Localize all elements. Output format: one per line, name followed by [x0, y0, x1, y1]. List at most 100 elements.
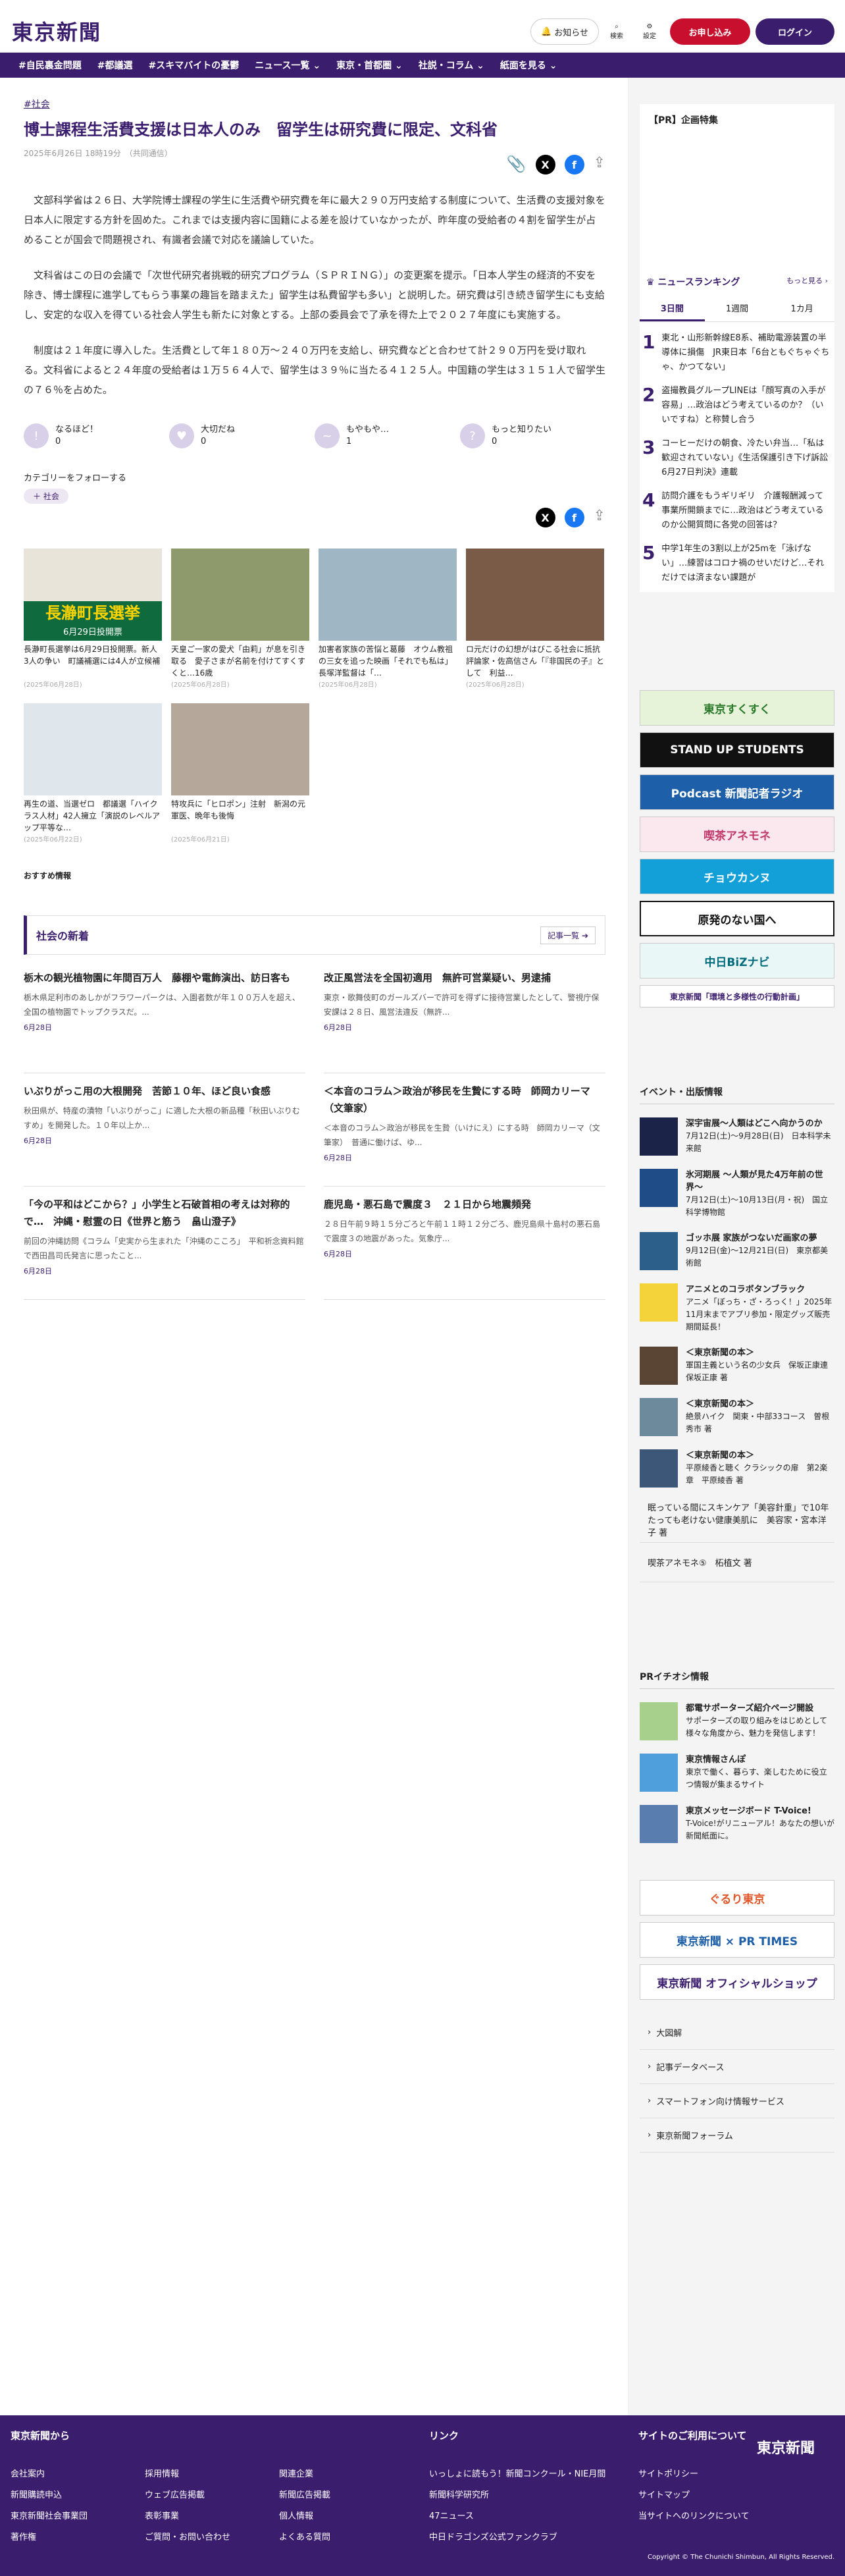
ranking-item[interactable]: 2 盗撮教員グループLINEは「顔写真の入手が容易」…政治はどう考えているのか？（…: [642, 384, 832, 427]
side-link[interactable]: › 記事データベース: [640, 2050, 834, 2084]
footer-link[interactable]: 東京新聞社会事業団: [11, 2509, 88, 2521]
news-item[interactable]: 鹿児島・悪石島で震度３ ２１日から地震頻発 ２８日午前９時１５分ごろと午前１１時１…: [324, 1196, 605, 1300]
more-link[interactable]: 記事一覧 ➔: [540, 926, 596, 944]
related-card[interactable]: 長瀞町長選挙 6月29日投開票 長瀞町長選挙は6月29日投開票。新人3人の争い 町議…: [24, 549, 162, 689]
reaction-button[interactable]: ? もっと知りたい 0: [460, 423, 605, 448]
side-link[interactable]: › 大図解: [640, 2016, 834, 2050]
news-list: 栃木の観光植物園に年間百万人 藤棚や電飾演出、訪日客も 栃木県足利市のあしかがフラ…: [24, 969, 605, 1309]
ranking-item[interactable]: 1 東北・山形新幹線E8系、補助電源装置の半導体に損傷 JR東日本「6台ともぐちゃ…: [642, 331, 832, 375]
event-item[interactable]: ＜東京新聞の本＞ 絶景ハイク 関東・中部33コース 曽根秀市 著: [640, 1398, 834, 1436]
footer-link[interactable]: サイトポリシー: [638, 2467, 698, 2479]
event-item[interactable]: ＜東京新聞の本＞ 平原綾香と聴く クラシックの扉 第2楽章 平原綾香 著: [640, 1449, 834, 1488]
search-button[interactable]: ⌕ 検索: [603, 18, 630, 45]
banner[interactable]: 東京新聞「環境と多様性の行動計画」: [640, 985, 834, 1007]
nav-item[interactable]: 社説・コラム ⌄: [419, 59, 484, 72]
footer-link[interactable]: 関連企業: [279, 2467, 313, 2479]
footer-link[interactable]: 中日ドラゴンズ公式ファンクラブ: [429, 2530, 557, 2542]
ranking-item[interactable]: 4 訪問介護をもうギリギリ 介護報酬減って事業所開鎖までに…政治はどう考えているの…: [642, 489, 832, 533]
news-item[interactable]: 「今の平和はどこから？」小学生と石破首相の考えは対称的で… 沖縄・慰霊の日《世界…: [24, 1196, 305, 1300]
tab-1month[interactable]: 1カ月: [769, 296, 834, 321]
related-card[interactable]: 再生の道、当選ゼロ 都議選「ハイクラス人材」42人擁立「演説のレベルアップ平等な…: [24, 703, 162, 844]
event-item[interactable]: ゴッホ展 家族がつないだ画家の夢 9月12日(金)〜12月21日(日) 東京都美術…: [640, 1232, 834, 1270]
reaction-button[interactable]: ! なるほど！ 0: [24, 423, 169, 448]
pr-item[interactable]: 東京情報さんぽ 東京で働く、暮らす、楽しむために役立つ情報が集まるサイト: [640, 1754, 834, 1792]
notify-button[interactable]: 🔔 お知らせ: [530, 18, 599, 45]
footer-link[interactable]: サイトマップ: [638, 2488, 690, 2500]
ranking-more-link[interactable]: もっと見る ›: [786, 275, 828, 288]
footer-link[interactable]: 個人情報: [279, 2509, 313, 2521]
category-tag[interactable]: #社会: [24, 97, 605, 111]
reaction-button[interactable]: ~ もやもや… 1: [315, 423, 460, 448]
banner[interactable]: STAND UP STUDENTS: [640, 732, 834, 768]
related-card[interactable]: ロ元だけの幻想がはびこる社会に抵抗 評論家・佐高信さん「『非国民の子』として 利…: [466, 549, 604, 689]
clip-icon[interactable]: 📎: [507, 155, 526, 174]
footer-link[interactable]: よくある質問: [279, 2530, 330, 2542]
facebook-share-icon[interactable]: f: [564, 155, 584, 174]
side-link[interactable]: › スマートフォン向け情報サービス: [640, 2084, 834, 2118]
book-link[interactable]: 喫茶アネモネ⑤ 柘植文 著: [640, 1543, 834, 1582]
related-card[interactable]: 天皇ご一家の愛犬「由莉」が息を引き取る 愛子さまが名前を付けてすくすくと…16歳…: [171, 549, 309, 689]
footer-link[interactable]: ウェブ広告掲載: [145, 2488, 205, 2500]
footer-link[interactable]: ご質問・お問い合わせ: [145, 2530, 230, 2542]
nav-item[interactable]: #都議選: [97, 59, 133, 72]
news-item[interactable]: いぶりがっこ用の大根開発 苦節１０年、ほど良い食感 秋田県が、特産の漬物「いぶりが…: [24, 1083, 305, 1187]
news-item[interactable]: 栃木の観光植物園に年間百万人 藤棚や電飾演出、訪日客も 栃木県足利市のあしかがフラ…: [24, 969, 305, 1073]
nav-item[interactable]: #スキマバイトの憂鬱: [148, 59, 239, 72]
tab-1week[interactable]: 1週間: [705, 296, 770, 321]
x-share-icon[interactable]: X: [535, 155, 555, 174]
footer-link[interactable]: 採用情報: [145, 2467, 179, 2479]
related-card[interactable]: 加害者家族の苦悩と葛藤 オウム教祖の三女を追った映画「それでも私は」 長塚洋監督…: [319, 549, 457, 689]
banner[interactable]: Podcast 新聞記者ラジオ: [640, 774, 834, 810]
footer-link[interactable]: 当サイトへのリンクについて: [638, 2509, 750, 2521]
site-logo[interactable]: 東京新聞: [12, 16, 101, 46]
book-link[interactable]: 眠っている間にスキンケア「美容針重」で10年たっても老けない健康美肌に 美容家・…: [640, 1499, 834, 1543]
banner[interactable]: 中日BiZナビ: [640, 943, 834, 979]
share-icon[interactable]: ⇪: [594, 508, 605, 527]
pr-banner[interactable]: ぐるり東京: [640, 1880, 834, 1916]
nav-item[interactable]: 紙面を見る ⌄: [500, 59, 557, 72]
follow-tag-button[interactable]: ＋ 社会: [24, 489, 68, 504]
pr-banner[interactable]: 東京新聞 × PR TIMES: [640, 1922, 834, 1958]
footer-logo[interactable]: 東京新聞: [757, 2436, 815, 2457]
login-button[interactable]: ログイン: [755, 18, 834, 45]
nav-item[interactable]: #自民裏金問題: [18, 59, 82, 72]
ranking-item[interactable]: 3 コーヒーだけの朝食、冷たい弁当…「私は歓迎されていない」《生活保護引き下げ訴訟…: [642, 437, 832, 480]
footer-link[interactable]: 表彰事業: [145, 2509, 179, 2521]
x-share-icon[interactable]: X: [535, 508, 555, 527]
event-item[interactable]: ＜東京新聞の本＞ 軍国主義という名の少女兵 保坂正康連 保坂正康 著: [640, 1347, 836, 1385]
apply-button[interactable]: お申し込み: [670, 18, 750, 45]
footer-link[interactable]: いっしょに読もう！新聞コンクール・NIE月間: [429, 2467, 605, 2479]
article-main: #社会 博士課程生活費支援は日本人のみ 留学生は研究費に限定、文科省 2025年…: [24, 97, 605, 1309]
event-item[interactable]: アニメとのコラボタンブラック アニメ「ぼっち・ざ・ろっく！」2025年11月末まで…: [640, 1283, 834, 1333]
footer-link[interactable]: 会社案内: [11, 2467, 45, 2479]
pr-banner[interactable]: 東京新聞 オフィシャルショップ: [640, 1964, 834, 2000]
footer-link[interactable]: 新聞広告掲載: [279, 2488, 330, 2500]
banner[interactable]: 原発のない国へ: [640, 901, 834, 936]
related-card[interactable]: 特攻兵に「ヒロポン」注射 新潟の元軍医、晩年も後悔 (2025年06月21日): [171, 703, 309, 844]
crown-icon: ♛ ニュースランキング: [646, 277, 740, 288]
tab-3days[interactable]: 3日間: [640, 296, 705, 321]
banner[interactable]: チョウカンヌ: [640, 859, 834, 894]
settings-button[interactable]: ⚙ 設定: [636, 18, 663, 45]
facebook-share-icon[interactable]: f: [564, 508, 584, 527]
pr-item[interactable]: 都電サポーターズ紹介ページ開設 サポーターズの取り組みをはじめとして様々な角度から…: [640, 1702, 834, 1740]
recommend-label: おすすめ情報: [24, 871, 72, 880]
event-item[interactable]: 氷河期展 〜人類が見た4万年前の世界〜 7月12日(土)〜10月13日(月・祝) …: [640, 1169, 834, 1219]
nav-item[interactable]: 東京・首都圏 ⌄: [336, 59, 403, 72]
ranking-item[interactable]: 5 中学1年生の3割以上が25mを「泳げない」…練習はコロナ禍のせいだけど…それだ…: [642, 542, 832, 585]
pr-item[interactable]: 東京メッセージボード T-Voice! T-Voice!がリニューアル！あなたの想…: [640, 1805, 834, 1843]
footer-link[interactable]: 47ニュース: [429, 2509, 474, 2521]
footer-link[interactable]: 著作権: [11, 2530, 36, 2542]
paragraph: 文部科学省は２６日、大学院博士課程の学生に生活費や研究費を年に最大２９０万円支給…: [24, 194, 605, 246]
event-item[interactable]: 深宇宙展〜人類はどこへ向かうのか 7月12日(土)〜9月28日(日) 日本科学未来…: [640, 1117, 834, 1156]
share-icon[interactable]: ⇪: [594, 155, 605, 174]
nav-item[interactable]: ニュース一覧 ⌄: [255, 59, 320, 72]
footer-link[interactable]: 新聞購読申込: [11, 2488, 62, 2500]
reaction-button[interactable]: ♥ 大切だね 0: [169, 423, 315, 448]
news-item[interactable]: 改正風営法を全国初適用 無許可営業疑い、男逮捕 東京・歌舞伎町のガールズバーで許可…: [324, 969, 605, 1073]
footer-link[interactable]: 新聞科学研究所: [429, 2488, 489, 2500]
news-item[interactable]: ＜本音のコラム＞政治が移民を生贄にする時 師岡カリーマ（文筆家） ＜本音のコラム＞…: [324, 1083, 605, 1187]
banner[interactable]: 東京すくすく: [640, 690, 834, 726]
side-link[interactable]: › 東京新聞フォーラム: [640, 2118, 834, 2153]
banner[interactable]: 喫茶アネモネ: [640, 817, 834, 852]
